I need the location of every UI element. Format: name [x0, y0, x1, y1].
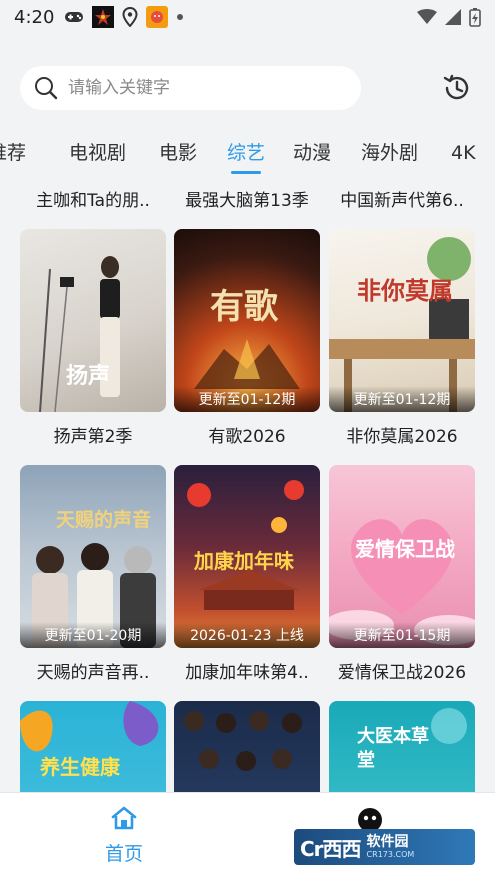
notification-icons [64, 6, 184, 28]
card-title[interactable]: 扬声第2季 [20, 422, 166, 447]
card-title[interactable]: 爱情保卫战2026 [329, 658, 475, 683]
show-poster[interactable]: 天赐的声音 更新至01-20期 [20, 465, 166, 648]
card-title[interactable]: 非你莫属2026 [329, 422, 475, 447]
location-pin-icon [122, 7, 138, 27]
poster-art [32, 543, 156, 648]
show-poster[interactable]: 爱情保卫战 更新至01-15期 [329, 465, 475, 648]
tab-overseas-series[interactable]: 海外剧 [361, 138, 418, 168]
update-status-tag: 更新至01-20期 [20, 622, 166, 648]
battery-charging-icon [469, 7, 481, 27]
update-status-tag: 更新至01-12期 [329, 386, 475, 412]
update-status-tag: 更新至01-15期 [329, 622, 475, 648]
card-title[interactable]: 最强大脑第13季 [174, 186, 320, 211]
card-title[interactable]: 天赐的声音再.. [20, 658, 166, 683]
poster-title-text: 扬声 [66, 363, 111, 389]
poster-title-text: 天赐的声音 [56, 509, 152, 531]
poster-title-text: 爱情保卫战 [355, 537, 455, 561]
show-card[interactable]: 扬声 扬声第2季 [20, 229, 166, 447]
tab-tv-series[interactable]: 电视剧 [69, 138, 126, 168]
status-bar: 4:20 [0, 0, 495, 34]
poster-title-text: 非你莫属 [357, 276, 453, 305]
show-card[interactable]: 加康加年味 2026-01-23 上线 加康加年味第4.. [174, 465, 320, 683]
card-title[interactable]: 有歌2026 [174, 422, 320, 447]
home-icon [111, 806, 137, 830]
poster-title-text: 养生健康 [40, 755, 120, 779]
tab-recommend[interactable]: 推荐 [0, 138, 26, 168]
tab-variety[interactable]: 综艺 [227, 138, 265, 168]
category-tabs: 推荐 电视剧 电影 综艺 动漫 海外剧 4K [0, 138, 495, 178]
search-icon [35, 77, 58, 100]
show-card[interactable]: 爱情保卫战 更新至01-15期 爱情保卫战2026 [329, 465, 475, 683]
search-input[interactable] [68, 78, 328, 98]
show-poster[interactable]: 有歌 更新至01-12期 [174, 229, 320, 412]
card-title[interactable]: 加康加年味第4.. [174, 658, 320, 683]
tab-4k[interactable]: 4K [451, 138, 476, 168]
site-watermark: Cr西西 软件园 CR173.COM [294, 829, 475, 865]
search-bar[interactable] [20, 66, 361, 110]
tab-anime[interactable]: 动漫 [293, 138, 331, 168]
cellular-signal-icon [445, 9, 461, 25]
card-title[interactable]: 中国新声代第6.. [329, 186, 475, 211]
poster-art [329, 237, 475, 412]
system-status-icons [417, 7, 481, 27]
more-notifications-dot-icon [176, 13, 184, 21]
poster-title-text: 加康加年味 [194, 549, 294, 573]
wifi-icon [417, 9, 437, 25]
nav-home-label: 首页 [104, 843, 143, 865]
card-title[interactable]: 主咖和Ta的朋.. [20, 186, 166, 211]
show-poster[interactable]: 加康加年味 2026-01-23 上线 [174, 465, 320, 648]
gamepad-icon [64, 10, 84, 24]
show-poster[interactable]: 扬声 [20, 229, 166, 412]
active-tab-indicator [231, 171, 261, 174]
app-notification-icon [92, 6, 115, 28]
show-card[interactable]: 天赐的声音 更新至01-20期 天赐的声音再.. [20, 465, 166, 683]
history-icon[interactable] [441, 72, 473, 104]
watermark-url: CR173.COM [366, 850, 415, 859]
watermark-site-name: 软件园 [366, 834, 409, 850]
show-card[interactable]: 有歌 更新至01-12期 有歌2026 [174, 229, 320, 447]
nav-home-button[interactable]: 首页 [95, 805, 153, 866]
show-poster[interactable]: 非你莫属 更新至01-12期 [329, 229, 475, 412]
poster-title-text: 大医本草堂 [357, 726, 429, 771]
previous-row-titles: 主咖和Ta的朋.. 最强大脑第13季 中国新声代第6.. [0, 186, 495, 212]
poster-title-text: 有歌 [210, 287, 278, 327]
watermark-text-block: 软件园 CR173.COM [367, 835, 415, 859]
tab-movies[interactable]: 电影 [159, 138, 197, 168]
update-status-tag: 更新至01-12期 [174, 386, 320, 412]
watermark-logo: Cr西西 [300, 836, 362, 861]
app-notification-icon-2 [146, 6, 169, 28]
show-card[interactable]: 非你莫属 更新至01-12期 非你莫属2026 [329, 229, 475, 447]
update-status-tag: 2026-01-23 上线 [174, 622, 320, 648]
status-time: 4:20 [14, 6, 55, 28]
